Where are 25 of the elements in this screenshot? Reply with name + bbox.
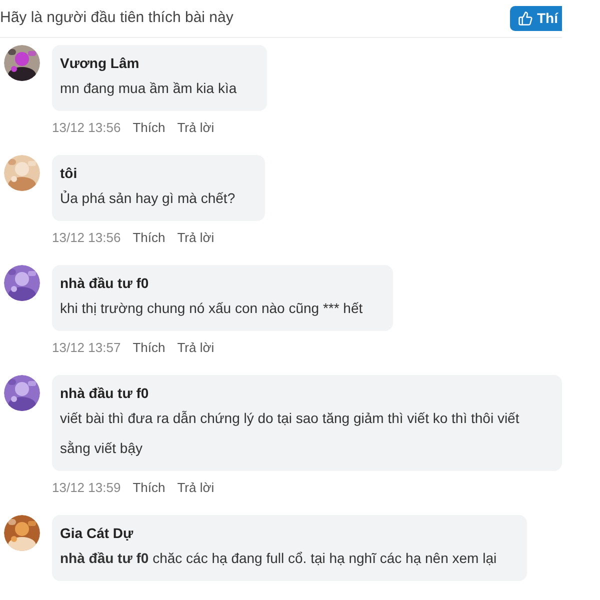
timestamp: 13/12 13:56	[52, 120, 121, 136]
timestamp: 13/12 13:57	[52, 340, 121, 356]
reply-link[interactable]: Trả lời	[177, 230, 214, 246]
like-link[interactable]: Thích	[132, 230, 166, 246]
like-link[interactable]: Thích	[132, 480, 166, 496]
author-name: tôi	[60, 164, 78, 183]
like-link[interactable]: Thích	[132, 120, 166, 136]
author-name: Vương Lâm	[60, 54, 140, 73]
like-prompt: Hãy là người đầu tiên thích bài này	[0, 8, 234, 28]
comment-text: nhà đầu tư f0 chăc các hạ đang full cổ. tại hạ nghĩ các hạ nên xem lại	[60, 549, 497, 568]
comment-text: Ủa phá sản hay gì mà chết?	[60, 189, 236, 208]
like-button[interactable]: Thí	[510, 6, 562, 31]
author-name: Gia Cát Dự	[60, 524, 134, 543]
author-name: nhà đầu tư f0	[60, 274, 150, 293]
reply-link[interactable]: Trả lời	[177, 120, 214, 136]
like-link[interactable]: Thích	[132, 340, 166, 356]
timestamp: 13/12 13:59	[52, 480, 121, 496]
reply-link[interactable]: Trả lời	[177, 340, 214, 356]
comment-text: viết bài thì đưa ra dẫn chứng lý do tại sao tăng giảm thì viết ko thì thôi viết sằng viết bậy	[60, 409, 520, 458]
comment-text: khi thị trường chung nó xấu con nào cũng *** hết	[60, 299, 363, 318]
timestamp: 13/12 13:56	[52, 230, 121, 246]
reply-link[interactable]: Trả lời	[177, 480, 214, 496]
comment-text: mn đang mua ầm ầm kia kìa	[60, 79, 237, 98]
author-name: nhà đầu tư f0	[60, 384, 150, 403]
thumbs-up-icon	[518, 11, 533, 26]
